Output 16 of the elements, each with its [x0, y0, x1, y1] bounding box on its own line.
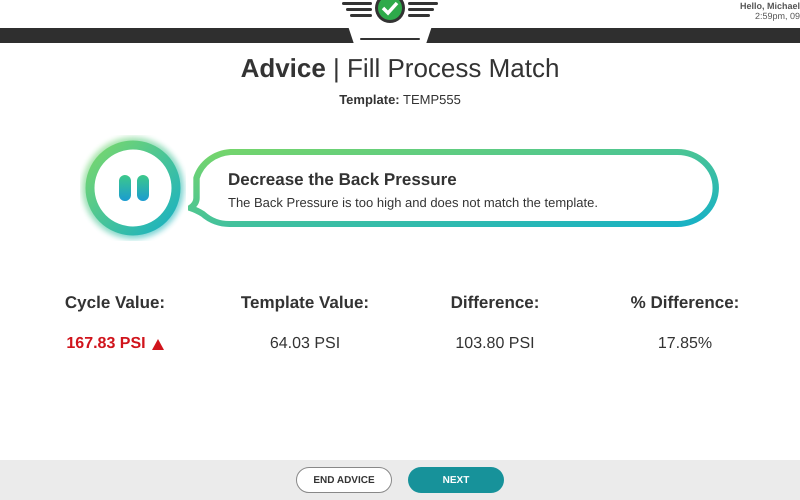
advice-title: Decrease the Back Pressure [228, 170, 458, 190]
metric-value: 64.03 PSI [270, 335, 340, 353]
greeting-text: Hello, Michael [740, 1, 800, 11]
advice-message: The Back Pressure is too high and does not match the template. [228, 195, 599, 210]
metric-value: 17.85% [658, 335, 712, 353]
metric-label: Template Value: [240, 293, 370, 313]
metric-label: % Difference: [630, 293, 740, 313]
page-title: Advice | Fill Process Match [240, 53, 560, 84]
template-text: Template: TEMP555 [339, 92, 461, 107]
metric-label: Difference: [450, 293, 540, 313]
time-text: 2:59pm, 09 [754, 11, 800, 21]
metric-value: 103.80 PSI [455, 335, 535, 353]
metric-label: Cycle Value: [64, 293, 166, 313]
metric-value: 167.83 PSI [66, 335, 146, 353]
next-button[interactable]: NEXT [408, 467, 504, 493]
end-advice-button[interactable]: END ADVICE [296, 467, 392, 493]
